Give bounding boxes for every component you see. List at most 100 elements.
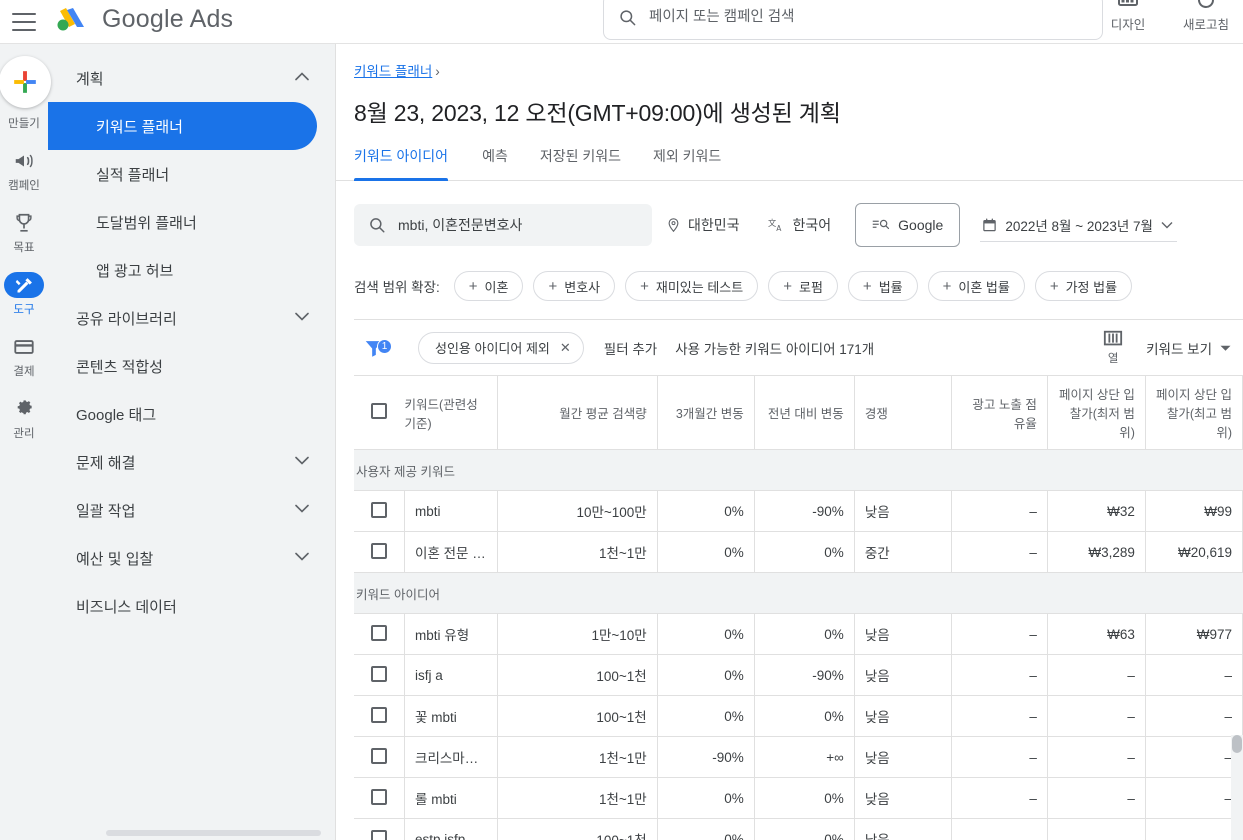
sidebar-item-shared-library[interactable]: 공유 라이브러리 — [48, 294, 335, 342]
add-filter-button[interactable]: 필터 추가 — [604, 338, 657, 358]
row-checkbox-cell[interactable] — [354, 614, 405, 655]
column-header-select-all[interactable] — [354, 376, 405, 450]
sidebar-scrollbar[interactable] — [106, 830, 321, 836]
rail-item-admin[interactable]: 관리 — [0, 396, 48, 441]
tab-saved-keywords[interactable]: 저장된 키워드 — [524, 142, 637, 180]
row-checkbox-cell[interactable] — [354, 737, 405, 778]
cell-bid-low: ₩3,289 — [1047, 532, 1145, 573]
table-row[interactable]: mbti 10만~100만 0% -90% 낮음 – ₩32 ₩99 — [354, 491, 1243, 532]
expansion-chip-2[interactable]: + 재미있는 테스트 — [625, 271, 758, 301]
expansion-chip-4[interactable]: + 법률 — [848, 271, 918, 301]
row-checkbox[interactable] — [371, 625, 387, 641]
sidebar-label-business-data: 비즈니스 데이터 — [76, 596, 177, 617]
rail-item-goals[interactable]: 목표 — [0, 210, 48, 255]
cell-keyword: mbti — [405, 491, 498, 532]
column-header-ad-share[interactable]: 광고 노출 점유율 — [951, 376, 1047, 450]
date-range-selector[interactable]: 2022년 8월 ~ 2023년 7월 — [980, 208, 1177, 242]
group-label-keyword-ideas: 키워드 아이디어 — [354, 573, 1243, 614]
column-header-bid-high[interactable]: 페이지 상단 입찰가(최고 범위) — [1145, 376, 1242, 450]
expansion-chip-1[interactable]: + 변호사 — [533, 271, 615, 301]
rail-item-billing[interactable]: 결제 — [0, 334, 48, 379]
cell-competition: 낮음 — [854, 614, 951, 655]
table-row[interactable]: 롤 mbti 1천~1만 0% 0% 낮음 – – – — [354, 778, 1243, 819]
table-row[interactable]: 이혼 전문 변… 1천~1만 0% 0% 중간 – ₩3,289 ₩20,619 — [354, 532, 1243, 573]
column-header-change-yoy[interactable]: 전년 대비 변동 — [754, 376, 854, 450]
expansion-chip-label-6: 가정 법률 — [1066, 277, 1117, 296]
row-checkbox-cell[interactable] — [354, 819, 405, 840]
tab-negative-keywords[interactable]: 제외 키워드 — [637, 142, 737, 180]
select-all-checkbox[interactable] — [371, 403, 387, 419]
table-row[interactable]: estp isfp 100~1천 0% 0% 낮음 – – – — [354, 819, 1243, 840]
row-checkbox[interactable] — [371, 707, 387, 723]
location-selector[interactable]: 대한민국 — [652, 204, 754, 246]
sidebar-item-google-tag[interactable]: Google 태그 — [48, 390, 335, 438]
row-checkbox[interactable] — [371, 502, 387, 518]
table-row[interactable]: isfj a 100~1천 0% -90% 낮음 – – – — [354, 655, 1243, 696]
rail-item-campaigns[interactable]: 캠페인 — [0, 148, 48, 193]
cell-bid-high: – — [1145, 778, 1242, 819]
keyword-view-selector[interactable]: 키워드 보기 — [1146, 338, 1231, 358]
cell-change-yoy: +∞ — [754, 737, 854, 778]
sidebar-item-troubleshooting[interactable]: 문제 해결 — [48, 438, 335, 486]
row-checkbox-cell[interactable] — [354, 655, 405, 696]
scrollbar-thumb[interactable] — [1232, 735, 1242, 753]
language-selector[interactable]: 文 A 한국어 — [754, 204, 846, 246]
table-row[interactable]: mbti 유형 1만~10만 0% 0% 낮음 – ₩63 ₩977 — [354, 614, 1243, 655]
column-header-change-3m[interactable]: 3개월간 변동 — [657, 376, 754, 450]
brand[interactable]: Google Ads — [52, 5, 233, 35]
expansion-chip-6[interactable]: + 가정 법률 — [1035, 271, 1132, 301]
row-checkbox-cell[interactable] — [354, 778, 405, 819]
row-checkbox[interactable] — [371, 748, 387, 764]
table-row[interactable]: 크리스마스 … 1천~1만 -90% +∞ 낮음 – – – — [354, 737, 1243, 778]
nav-group-plan[interactable]: 계획 — [48, 54, 335, 102]
expansion-chip-0[interactable]: + 이혼 — [454, 271, 524, 301]
row-checkbox[interactable] — [371, 789, 387, 805]
sidebar-item-reach-planner[interactable]: 도달범위 플래너 — [48, 198, 317, 246]
global-search[interactable] — [603, 0, 1103, 40]
sidebar-item-performance-planner[interactable]: 실적 플래너 — [48, 150, 317, 198]
sidebar-item-budgets-bidding[interactable]: 예산 및 입찰 — [48, 534, 335, 582]
row-checkbox-cell[interactable] — [354, 532, 405, 573]
keyword-search-input[interactable]: mbti, 이혼전문변호사 — [354, 204, 652, 246]
table-row[interactable]: 꽃 mbti 100~1천 0% 0% 낮음 – – – — [354, 696, 1243, 737]
filter-button[interactable]: 1 — [354, 337, 394, 359]
sidebar-item-app-ads-hub[interactable]: 앱 광고 허브 — [48, 246, 317, 294]
group-label-user-keywords: 사용자 제공 키워드 — [354, 450, 1243, 491]
expansion-chip-5[interactable]: + 이혼 법률 — [928, 271, 1025, 301]
column-header-bid-low[interactable]: 페이지 상단 입찰가(최저 범위) — [1047, 376, 1145, 450]
breadcrumb-link-keyword-planner[interactable]: 키워드 플래너 — [354, 64, 432, 79]
network-selector[interactable]: Google — [855, 203, 960, 247]
keyword-view-label: 키워드 보기 — [1146, 338, 1212, 358]
cell-bid-high: ₩20,619 — [1145, 532, 1242, 573]
google-ads-logo-icon — [52, 5, 92, 35]
chevron-down-icon — [1161, 216, 1173, 234]
expansion-chip-3[interactable]: + 로펌 — [768, 271, 838, 301]
hamburger-icon[interactable] — [12, 13, 36, 31]
close-icon[interactable]: ✕ — [560, 340, 571, 356]
search-icon — [368, 216, 386, 234]
sidebar-item-content-suitability[interactable]: 콘텐츠 적합성 — [48, 342, 335, 390]
expansion-chip-label-3: 로펌 — [799, 277, 823, 296]
row-checkbox[interactable] — [371, 543, 387, 559]
active-filter-chip[interactable]: 성인용 아이디어 제외 ✕ — [418, 332, 584, 364]
columns-button[interactable]: 열 — [1102, 329, 1124, 366]
column-header-competition[interactable]: 경쟁 — [854, 376, 951, 450]
row-checkbox[interactable] — [371, 666, 387, 682]
sidebar-item-keyword-planner[interactable]: 키워드 플래너 — [48, 102, 317, 150]
create-button[interactable] — [0, 56, 51, 108]
rail-item-tools[interactable]: 도구 — [0, 272, 48, 317]
table-vertical-scrollbar[interactable] — [1231, 735, 1243, 840]
search-input[interactable] — [647, 8, 1088, 26]
row-checkbox-cell[interactable] — [354, 491, 405, 532]
design-button[interactable]: 디자인 — [1097, 0, 1159, 33]
sidebar-label-app-ads-hub: 앱 광고 허브 — [96, 260, 173, 281]
row-checkbox-cell[interactable] — [354, 696, 405, 737]
column-header-avg-searches[interactable]: 월간 평균 검색량 — [498, 376, 658, 450]
sidebar-item-bulk-actions[interactable]: 일괄 작업 — [48, 486, 335, 534]
row-checkbox[interactable] — [371, 830, 387, 840]
refresh-button[interactable]: 새로고침 — [1175, 0, 1237, 33]
column-header-keyword[interactable]: 키워드(관련성 기준) — [405, 376, 498, 450]
sidebar-item-business-data[interactable]: 비즈니스 데이터 — [48, 582, 335, 630]
tab-keyword-ideas[interactable]: 키워드 아이디어 — [354, 142, 466, 180]
tab-forecast[interactable]: 예측 — [466, 142, 524, 180]
